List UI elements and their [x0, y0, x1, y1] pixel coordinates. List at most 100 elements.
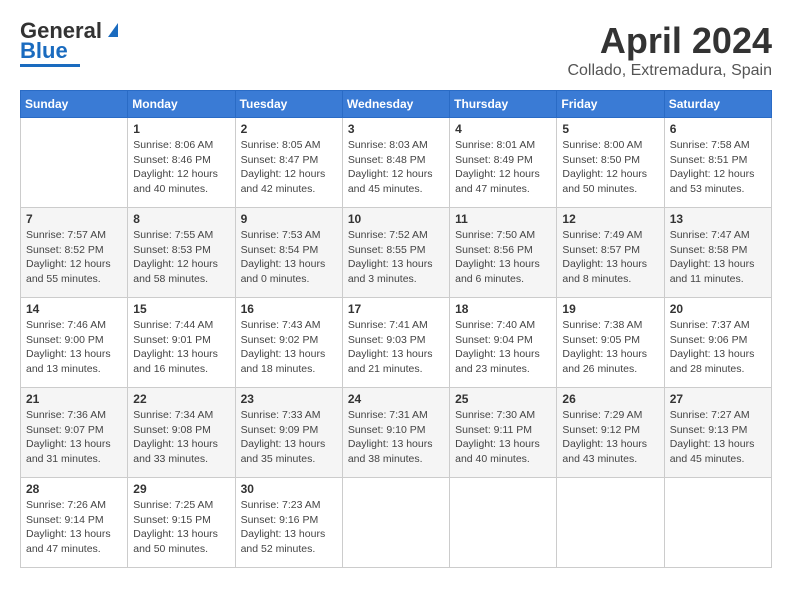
day-number: 8	[133, 212, 229, 226]
day-info: Sunrise: 7:30 AM Sunset: 9:11 PM Dayligh…	[455, 408, 551, 467]
day-info: Sunrise: 7:46 AM Sunset: 9:00 PM Dayligh…	[26, 318, 122, 377]
day-info: Sunrise: 7:38 AM Sunset: 9:05 PM Dayligh…	[562, 318, 658, 377]
day-number: 19	[562, 302, 658, 316]
calendar-day-cell: 13Sunrise: 7:47 AM Sunset: 8:58 PM Dayli…	[664, 208, 771, 298]
day-number: 10	[348, 212, 444, 226]
day-info: Sunrise: 7:58 AM Sunset: 8:51 PM Dayligh…	[670, 138, 766, 197]
calendar-day-cell: 4Sunrise: 8:01 AM Sunset: 8:49 PM Daylig…	[450, 118, 557, 208]
day-number: 20	[670, 302, 766, 316]
day-number: 23	[241, 392, 337, 406]
day-number: 30	[241, 482, 337, 496]
day-number: 25	[455, 392, 551, 406]
calendar-day-cell: 19 Sunrise: 7:38 AM Sunset: 9:05 PM Dayli…	[557, 298, 664, 388]
day-info: Sunrise: 8:00 AM Sunset: 8:50 PM Dayligh…	[562, 138, 658, 197]
calendar-header-cell: Friday	[557, 91, 664, 118]
calendar-week-row: 1 Sunrise: 8:06 AM Sunset: 8:46 PM Daylig…	[21, 118, 772, 208]
calendar-header: SundayMondayTuesdayWednesdayThursdayFrid…	[21, 91, 772, 118]
calendar-day-cell	[342, 478, 449, 568]
day-number: 1	[133, 122, 229, 136]
calendar-week-row: 14 Sunrise: 7:46 AM Sunset: 9:00 PM Dayli…	[21, 298, 772, 388]
day-number: 14	[26, 302, 122, 316]
day-info: Sunrise: 7:57 AM Sunset: 8:52 PM Dayligh…	[26, 228, 122, 287]
page-title: April 2024	[567, 20, 772, 62]
logo-blue: Blue	[20, 40, 68, 62]
day-info: Sunrise: 8:01 AM Sunset: 8:49 PM Dayligh…	[455, 138, 551, 197]
day-number: 7	[26, 212, 122, 226]
calendar-week-row: 28 Sunrise: 7:26 AM Sunset: 9:14 PM Dayli…	[21, 478, 772, 568]
day-info: Sunrise: 7:23 AM Sunset: 9:16 PM Dayligh…	[241, 498, 337, 557]
day-number: 3	[348, 122, 444, 136]
day-info: Sunrise: 7:40 AM Sunset: 9:04 PM Dayligh…	[455, 318, 551, 377]
day-info: Sunrise: 7:53 AM Sunset: 8:54 PM Dayligh…	[241, 228, 337, 287]
day-info: Sunrise: 7:25 AM Sunset: 9:15 PM Dayligh…	[133, 498, 229, 557]
calendar-header-cell: Wednesday	[342, 91, 449, 118]
day-info: Sunrise: 8:06 AM Sunset: 8:46 PM Dayligh…	[133, 138, 229, 197]
day-info: Sunrise: 7:31 AM Sunset: 9:10 PM Dayligh…	[348, 408, 444, 467]
calendar-day-cell: 27 Sunrise: 7:27 AM Sunset: 9:13 PM Dayli…	[664, 388, 771, 478]
calendar-day-cell: 14 Sunrise: 7:46 AM Sunset: 9:00 PM Dayli…	[21, 298, 128, 388]
calendar-day-cell: 30 Sunrise: 7:23 AM Sunset: 9:16 PM Dayli…	[235, 478, 342, 568]
calendar-day-cell: 21Sunrise: 7:36 AM Sunset: 9:07 PM Dayli…	[21, 388, 128, 478]
day-info: Sunrise: 7:36 AM Sunset: 9:07 PM Dayligh…	[26, 408, 122, 467]
calendar-week-row: 7 Sunrise: 7:57 AM Sunset: 8:52 PM Daylig…	[21, 208, 772, 298]
day-number: 5	[562, 122, 658, 136]
day-info: Sunrise: 7:43 AM Sunset: 9:02 PM Dayligh…	[241, 318, 337, 377]
day-info: Sunrise: 7:44 AM Sunset: 9:01 PM Dayligh…	[133, 318, 229, 377]
calendar-day-cell: 2 Sunrise: 8:05 AM Sunset: 8:47 PM Daylig…	[235, 118, 342, 208]
calendar-day-cell: 3 Sunrise: 8:03 AM Sunset: 8:48 PM Daylig…	[342, 118, 449, 208]
calendar-day-cell: 16 Sunrise: 7:43 AM Sunset: 9:02 PM Dayli…	[235, 298, 342, 388]
day-info: Sunrise: 8:05 AM Sunset: 8:47 PM Dayligh…	[241, 138, 337, 197]
day-number: 17	[348, 302, 444, 316]
day-info: Sunrise: 7:55 AM Sunset: 8:53 PM Dayligh…	[133, 228, 229, 287]
day-number: 12	[562, 212, 658, 226]
calendar-day-cell: 6 Sunrise: 7:58 AM Sunset: 8:51 PM Daylig…	[664, 118, 771, 208]
calendar-day-cell	[664, 478, 771, 568]
calendar-day-cell: 29 Sunrise: 7:25 AM Sunset: 9:15 PM Dayli…	[128, 478, 235, 568]
calendar-day-cell: 7 Sunrise: 7:57 AM Sunset: 8:52 PM Daylig…	[21, 208, 128, 298]
calendar-header-row: SundayMondayTuesdayWednesdayThursdayFrid…	[21, 91, 772, 118]
calendar-header-cell: Sunday	[21, 91, 128, 118]
calendar-day-cell: 26Sunrise: 7:29 AM Sunset: 9:12 PM Dayli…	[557, 388, 664, 478]
calendar-header-cell: Monday	[128, 91, 235, 118]
day-number: 2	[241, 122, 337, 136]
calendar-day-cell	[557, 478, 664, 568]
calendar-header-cell: Thursday	[450, 91, 557, 118]
logo: General Blue	[20, 20, 123, 67]
page-header: General Blue April 2024 Collado, Extrema…	[20, 20, 772, 80]
calendar-day-cell: 24 Sunrise: 7:31 AM Sunset: 9:10 PM Dayli…	[342, 388, 449, 478]
logo-line	[20, 64, 80, 67]
day-info: Sunrise: 7:41 AM Sunset: 9:03 PM Dayligh…	[348, 318, 444, 377]
day-number: 6	[670, 122, 766, 136]
calendar-day-cell	[21, 118, 128, 208]
calendar-day-cell: 15 Sunrise: 7:44 AM Sunset: 9:01 PM Dayli…	[128, 298, 235, 388]
day-info: Sunrise: 7:27 AM Sunset: 9:13 PM Dayligh…	[670, 408, 766, 467]
day-info: Sunrise: 7:49 AM Sunset: 8:57 PM Dayligh…	[562, 228, 658, 287]
calendar-day-cell: 9Sunrise: 7:53 AM Sunset: 8:54 PM Daylig…	[235, 208, 342, 298]
calendar-day-cell: 20 Sunrise: 7:37 AM Sunset: 9:06 PM Dayli…	[664, 298, 771, 388]
day-info: Sunrise: 7:29 AM Sunset: 9:12 PM Dayligh…	[562, 408, 658, 467]
day-number: 27	[670, 392, 766, 406]
day-info: Sunrise: 7:52 AM Sunset: 8:55 PM Dayligh…	[348, 228, 444, 287]
calendar-header-cell: Saturday	[664, 91, 771, 118]
day-number: 24	[348, 392, 444, 406]
calendar-day-cell	[450, 478, 557, 568]
calendar-week-row: 21Sunrise: 7:36 AM Sunset: 9:07 PM Dayli…	[21, 388, 772, 478]
day-info: Sunrise: 7:26 AM Sunset: 9:14 PM Dayligh…	[26, 498, 122, 557]
calendar-table: SundayMondayTuesdayWednesdayThursdayFrid…	[20, 90, 772, 568]
day-number: 16	[241, 302, 337, 316]
day-info: Sunrise: 7:37 AM Sunset: 9:06 PM Dayligh…	[670, 318, 766, 377]
calendar-day-cell: 12 Sunrise: 7:49 AM Sunset: 8:57 PM Dayli…	[557, 208, 664, 298]
day-info: Sunrise: 8:03 AM Sunset: 8:48 PM Dayligh…	[348, 138, 444, 197]
calendar-day-cell: 22Sunrise: 7:34 AM Sunset: 9:08 PM Dayli…	[128, 388, 235, 478]
calendar-day-cell: 23Sunrise: 7:33 AM Sunset: 9:09 PM Dayli…	[235, 388, 342, 478]
day-number: 15	[133, 302, 229, 316]
calendar-day-cell: 18 Sunrise: 7:40 AM Sunset: 9:04 PM Dayli…	[450, 298, 557, 388]
day-number: 18	[455, 302, 551, 316]
calendar-day-cell: 8 Sunrise: 7:55 AM Sunset: 8:53 PM Daylig…	[128, 208, 235, 298]
calendar-day-cell: 28 Sunrise: 7:26 AM Sunset: 9:14 PM Dayli…	[21, 478, 128, 568]
page-subtitle: Collado, Extremadura, Spain	[567, 62, 772, 80]
day-number: 28	[26, 482, 122, 496]
day-number: 22	[133, 392, 229, 406]
day-number: 29	[133, 482, 229, 496]
logo-arrow-icon	[103, 19, 123, 39]
